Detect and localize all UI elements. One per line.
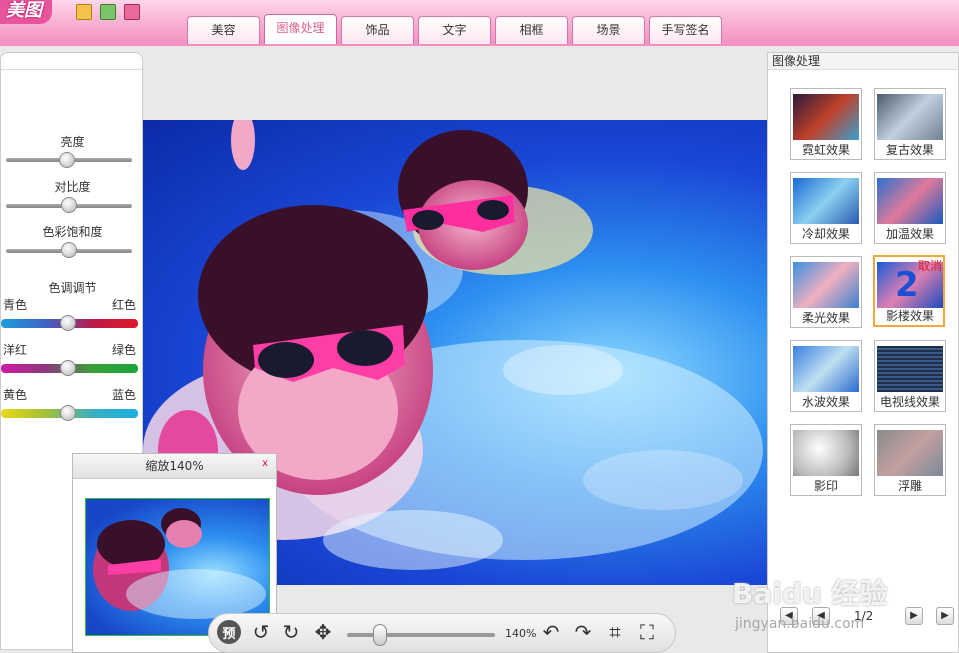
brightness-knob[interactable]: [59, 152, 75, 168]
tab-signature[interactable]: 手写签名: [649, 16, 722, 44]
brightness-label: 亮度: [60, 135, 85, 149]
effect-ripple[interactable]: 水波效果: [790, 340, 862, 412]
tone-magenta-label: 洋红: [3, 343, 28, 357]
effect-emboss[interactable]: 浮雕: [874, 424, 946, 496]
baidu-watermark-url: jingyan.baidu.com: [735, 616, 865, 632]
effects-panel-title: 图像处理: [768, 53, 958, 70]
contrast-label: 对比度: [54, 180, 91, 194]
new-image-icon[interactable]: [100, 4, 116, 20]
zoom-close-icon[interactable]: x: [262, 458, 268, 469]
tone-cyan-label: 青色: [3, 298, 28, 312]
zoom-window-title: 缩放140%: [73, 454, 276, 479]
effect-soft-light-thumb: [793, 262, 859, 308]
effect-warm[interactable]: 加温效果: [874, 172, 946, 244]
effect-cool-thumb: [793, 178, 859, 224]
effect-emboss-label: 浮雕: [897, 479, 922, 493]
effect-neon-label: 霓虹效果: [801, 143, 850, 157]
tab-frames[interactable]: 相框: [495, 16, 568, 44]
effect-cool-label: 冷却效果: [801, 227, 850, 241]
tone-title: 色调调节: [48, 281, 97, 295]
last-page-icon[interactable]: ▶: [936, 607, 954, 625]
tab-image-processing[interactable]: 图像处理: [264, 14, 337, 44]
tone-red-label: 红色: [111, 298, 136, 312]
move-icon[interactable]: ✥: [311, 620, 335, 644]
app-logo: 美图: [0, 0, 52, 24]
crop-icon[interactable]: ⌗: [603, 620, 627, 644]
effect-tv-lines-thumb: [877, 346, 943, 392]
rotate-right-icon[interactable]: ↷: [571, 620, 595, 644]
rotate-left-icon[interactable]: ↶: [539, 620, 563, 644]
tone-blue-label: 蓝色: [111, 388, 136, 402]
redo-icon[interactable]: ↻: [279, 620, 303, 644]
effect-vintage-thumb: [877, 94, 943, 140]
effect-photocopy[interactable]: 影印: [790, 424, 862, 496]
effect-ripple-thumb: [793, 346, 859, 392]
effect-studio[interactable]: 2 取消 影楼效果: [873, 255, 945, 327]
magenta-green-knob[interactable]: [60, 360, 76, 376]
cyan-red-knob[interactable]: [60, 315, 76, 331]
undo-icon[interactable]: ↺: [249, 620, 273, 644]
effect-cool[interactable]: 冷却效果: [790, 172, 862, 244]
effect-warm-label: 加温效果: [885, 227, 934, 241]
quick-toolbar: [76, 4, 140, 20]
effect-studio-cancel[interactable]: 取消: [918, 257, 942, 274]
tab-beauty[interactable]: 美容: [187, 16, 260, 44]
fit-screen-icon[interactable]: ⛶: [635, 620, 659, 644]
saturation-label: 色彩饱和度: [42, 225, 103, 239]
effect-emboss-thumb: [877, 430, 943, 476]
zoom-slider[interactable]: [347, 633, 495, 637]
yellow-blue-knob[interactable]: [60, 405, 76, 421]
tab-text[interactable]: 文字: [418, 16, 491, 44]
open-folder-icon[interactable]: [76, 4, 92, 20]
zoom-level: 140%: [505, 627, 537, 640]
effect-soft-light[interactable]: 柔光效果: [790, 256, 862, 328]
baidu-watermark: Baidu 经验: [732, 577, 888, 610]
bottom-toolbar: 预 ↺ ↻ ✥ 140% ↶ ↷ ⌗ ⛶: [208, 613, 676, 653]
tone-green-label: 绿色: [111, 343, 136, 357]
effect-tv-lines[interactable]: 电视线效果: [874, 340, 946, 412]
effect-photocopy-thumb: [793, 430, 859, 476]
effect-studio-badge: 2: [895, 265, 919, 305]
effect-warm-thumb: [877, 178, 943, 224]
main-tabs: 美容 图像处理 饰品 文字 相框 场景 手写签名: [187, 14, 722, 46]
effects-panel: 图像处理 霓虹效果 复古效果 冷却效果 加温效果 柔光效果 2 取消 影楼效果 …: [767, 52, 959, 653]
next-page-icon[interactable]: ▶: [905, 607, 923, 625]
saturation-knob[interactable]: [61, 242, 77, 258]
tab-accessories[interactable]: 饰品: [341, 16, 414, 44]
adjust-panel-header: [1, 53, 142, 70]
effect-ripple-label: 水波效果: [801, 395, 850, 409]
tone-yellow-label: 黄色: [3, 388, 28, 402]
contrast-knob[interactable]: [61, 197, 77, 213]
effect-vintage[interactable]: 复古效果: [874, 88, 946, 160]
effect-soft-light-label: 柔光效果: [801, 311, 850, 325]
effect-neon-thumb: [793, 94, 859, 140]
effect-vintage-label: 复古效果: [885, 143, 934, 157]
preview-button[interactable]: 预: [217, 620, 241, 644]
tab-scenes[interactable]: 场景: [572, 16, 645, 44]
zoom-knob[interactable]: [373, 624, 387, 646]
effect-studio-label: 影楼效果: [885, 309, 934, 323]
top-bar: 美图 美容 图像处理 饰品 文字 相框 场景 手写签名: [0, 0, 959, 46]
effect-photocopy-label: 影印: [813, 479, 838, 493]
effect-neon[interactable]: 霓虹效果: [790, 88, 862, 160]
save-icon[interactable]: [124, 4, 140, 20]
effect-tv-lines-label: 电视线效果: [879, 395, 940, 409]
